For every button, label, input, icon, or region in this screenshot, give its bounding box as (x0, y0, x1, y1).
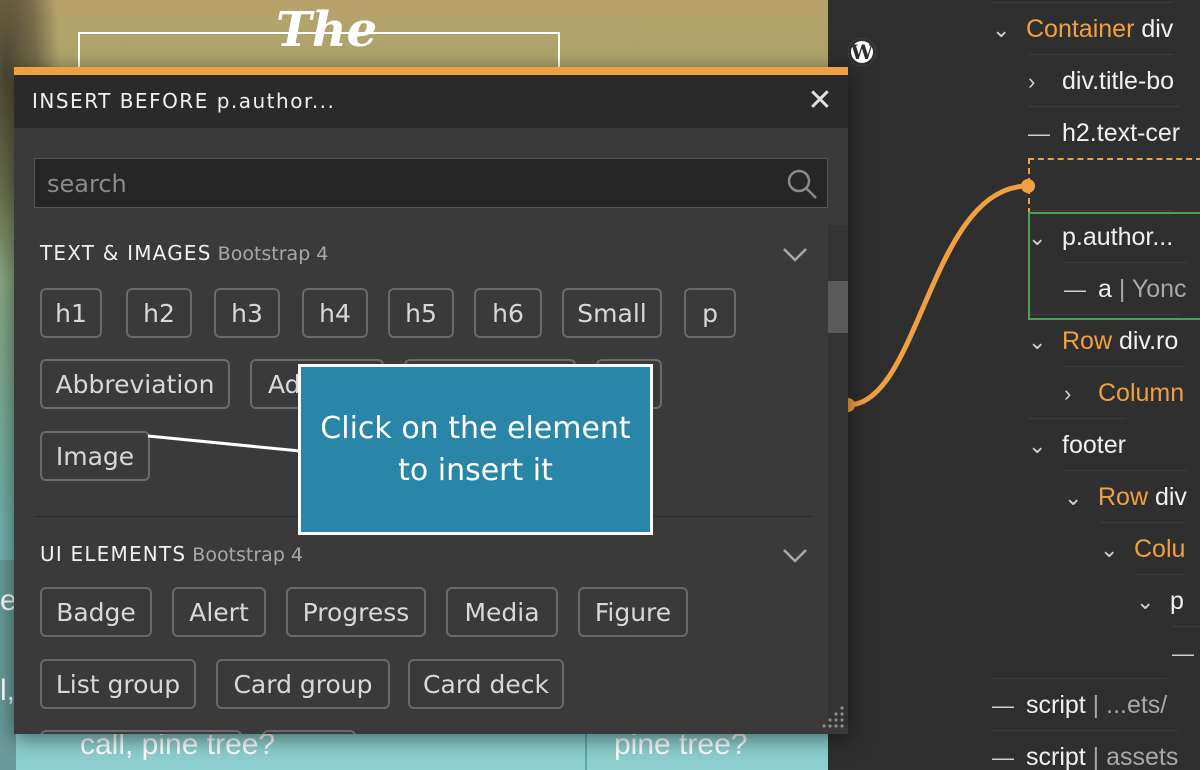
element-button-p[interactable]: p (684, 288, 736, 338)
help-tooltip: Click on the element to insert it (298, 364, 653, 535)
element-tree: ⌄ Container div › div.title-bo — h2.text-ce… (900, 0, 1200, 770)
tree-node[interactable]: ⌄ footer (1028, 418, 1126, 471)
element-button-card-deck[interactable]: Card deck (408, 659, 564, 709)
element-button-list-group[interactable]: List group (40, 659, 196, 709)
element-button-badge[interactable]: Badge (40, 587, 152, 637)
section-heading-text-images[interactable]: TEXT & IMAGES Bootstrap 4 (40, 241, 328, 265)
dialog-scrollbar[interactable] (828, 225, 848, 725)
scrollbar-thumb[interactable] (828, 281, 848, 333)
element-button-image[interactable]: Image (40, 431, 150, 481)
element-button-partial-1[interactable] (40, 730, 242, 734)
element-button-card-group[interactable]: Card group (216, 659, 390, 709)
chevron-down-icon[interactable]: ⌄ (1064, 472, 1098, 524)
preview-heading: The (276, 2, 378, 58)
leaf-dash-icon: — (1172, 641, 1194, 666)
selected-element-outline (1028, 212, 1200, 320)
element-button-partial-2[interactable] (262, 730, 356, 734)
chevron-down-icon[interactable]: ⌄ (1028, 420, 1062, 472)
element-button-h5[interactable]: h5 (388, 288, 454, 338)
element-button-small[interactable]: Small (562, 288, 662, 338)
chevron-down-icon[interactable]: ⌄ (1100, 524, 1134, 576)
insert-drop-zone[interactable] (1028, 158, 1200, 214)
search-input[interactable] (35, 159, 789, 209)
wordpress-icon[interactable]: W (848, 38, 876, 66)
tree-node[interactable]: — script | assets (992, 730, 1179, 770)
preview-text-edge-2: l, (0, 674, 15, 707)
chevron-down-icon[interactable] (782, 548, 808, 564)
element-button-h2[interactable]: h2 (126, 288, 192, 338)
resize-grip-icon[interactable] (816, 702, 846, 732)
tree-node[interactable]: ⌄ p (1136, 574, 1184, 627)
element-button-h3[interactable]: h3 (214, 288, 280, 338)
element-button-media[interactable]: Media (446, 587, 558, 637)
preview-column-divider (585, 730, 587, 770)
tree-node[interactable]: ⌄ Colu (1100, 522, 1186, 576)
tree-node[interactable]: — h2.text-cer (1028, 106, 1181, 159)
search-icon[interactable] (785, 167, 819, 201)
element-button-alert[interactable]: Alert (172, 587, 266, 637)
element-button-abbreviation[interactable]: Abbreviation (40, 359, 230, 409)
element-button-figure[interactable]: Figure (578, 587, 688, 637)
tree-node[interactable]: ⌄ Row div.ro (1028, 314, 1179, 368)
leaf-dash-icon: — (1028, 121, 1050, 146)
chevron-down-icon[interactable]: ⌄ (992, 4, 1026, 56)
leaf-dash-icon: — (992, 745, 1014, 770)
chevron-right-icon[interactable]: › (1028, 56, 1062, 108)
tree-node[interactable]: ⌄ Container div (992, 2, 1174, 56)
tree-node[interactable]: ⌄ Row div (1064, 470, 1187, 523)
close-icon[interactable]: ✕ (806, 86, 834, 116)
chevron-down-icon[interactable] (782, 247, 808, 263)
leaf-dash-icon: — (992, 693, 1014, 718)
tree-node[interactable]: — (1172, 626, 1200, 679)
element-button-h6[interactable]: h6 (474, 288, 542, 338)
chevron-right-icon[interactable]: › (1064, 368, 1098, 420)
element-button-progress[interactable]: Progress (286, 587, 426, 637)
search-box (34, 158, 828, 209)
dialog-header: INSERT BEFORE p.author... ✕ (14, 75, 848, 128)
tree-node[interactable]: — script | ...ets/ (992, 678, 1168, 731)
tree-node[interactable]: › div.title-bo (1028, 54, 1175, 108)
element-button-h1[interactable]: h1 (40, 288, 102, 338)
dialog-title: INSERT BEFORE p.author... (32, 89, 336, 113)
element-button-h4[interactable]: h4 (302, 288, 368, 338)
chevron-down-icon[interactable]: ⌄ (1136, 576, 1170, 628)
section-heading-ui-elements[interactable]: UI ELEMENTS Bootstrap 4 (40, 542, 303, 566)
tree-node[interactable]: › Column (1064, 366, 1185, 420)
chevron-down-icon[interactable]: ⌄ (1028, 316, 1062, 368)
